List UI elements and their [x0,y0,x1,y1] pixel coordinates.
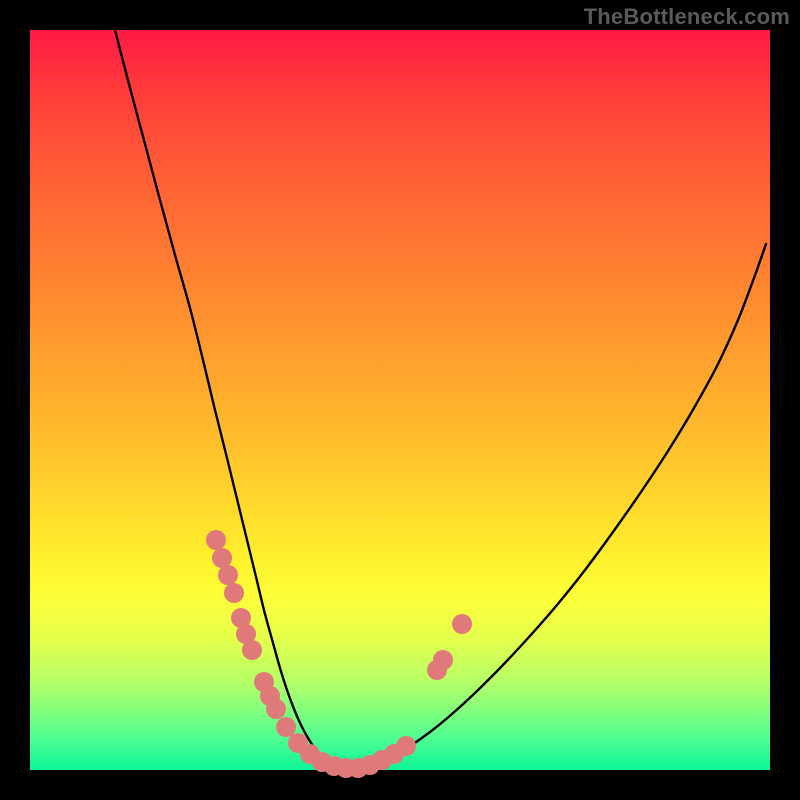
curve-marker [212,548,232,568]
curve-marker [452,614,472,634]
curve-marker [242,640,262,660]
marker-group [206,530,472,778]
chart-svg [30,30,770,770]
attribution-text: TheBottleneck.com [584,4,790,30]
curve-marker [433,650,453,670]
curve-marker [224,583,244,603]
curve-marker [276,717,296,737]
curve-marker [218,565,238,585]
curve-marker [396,736,416,756]
curve-marker [206,530,226,550]
curve-marker [266,699,286,719]
